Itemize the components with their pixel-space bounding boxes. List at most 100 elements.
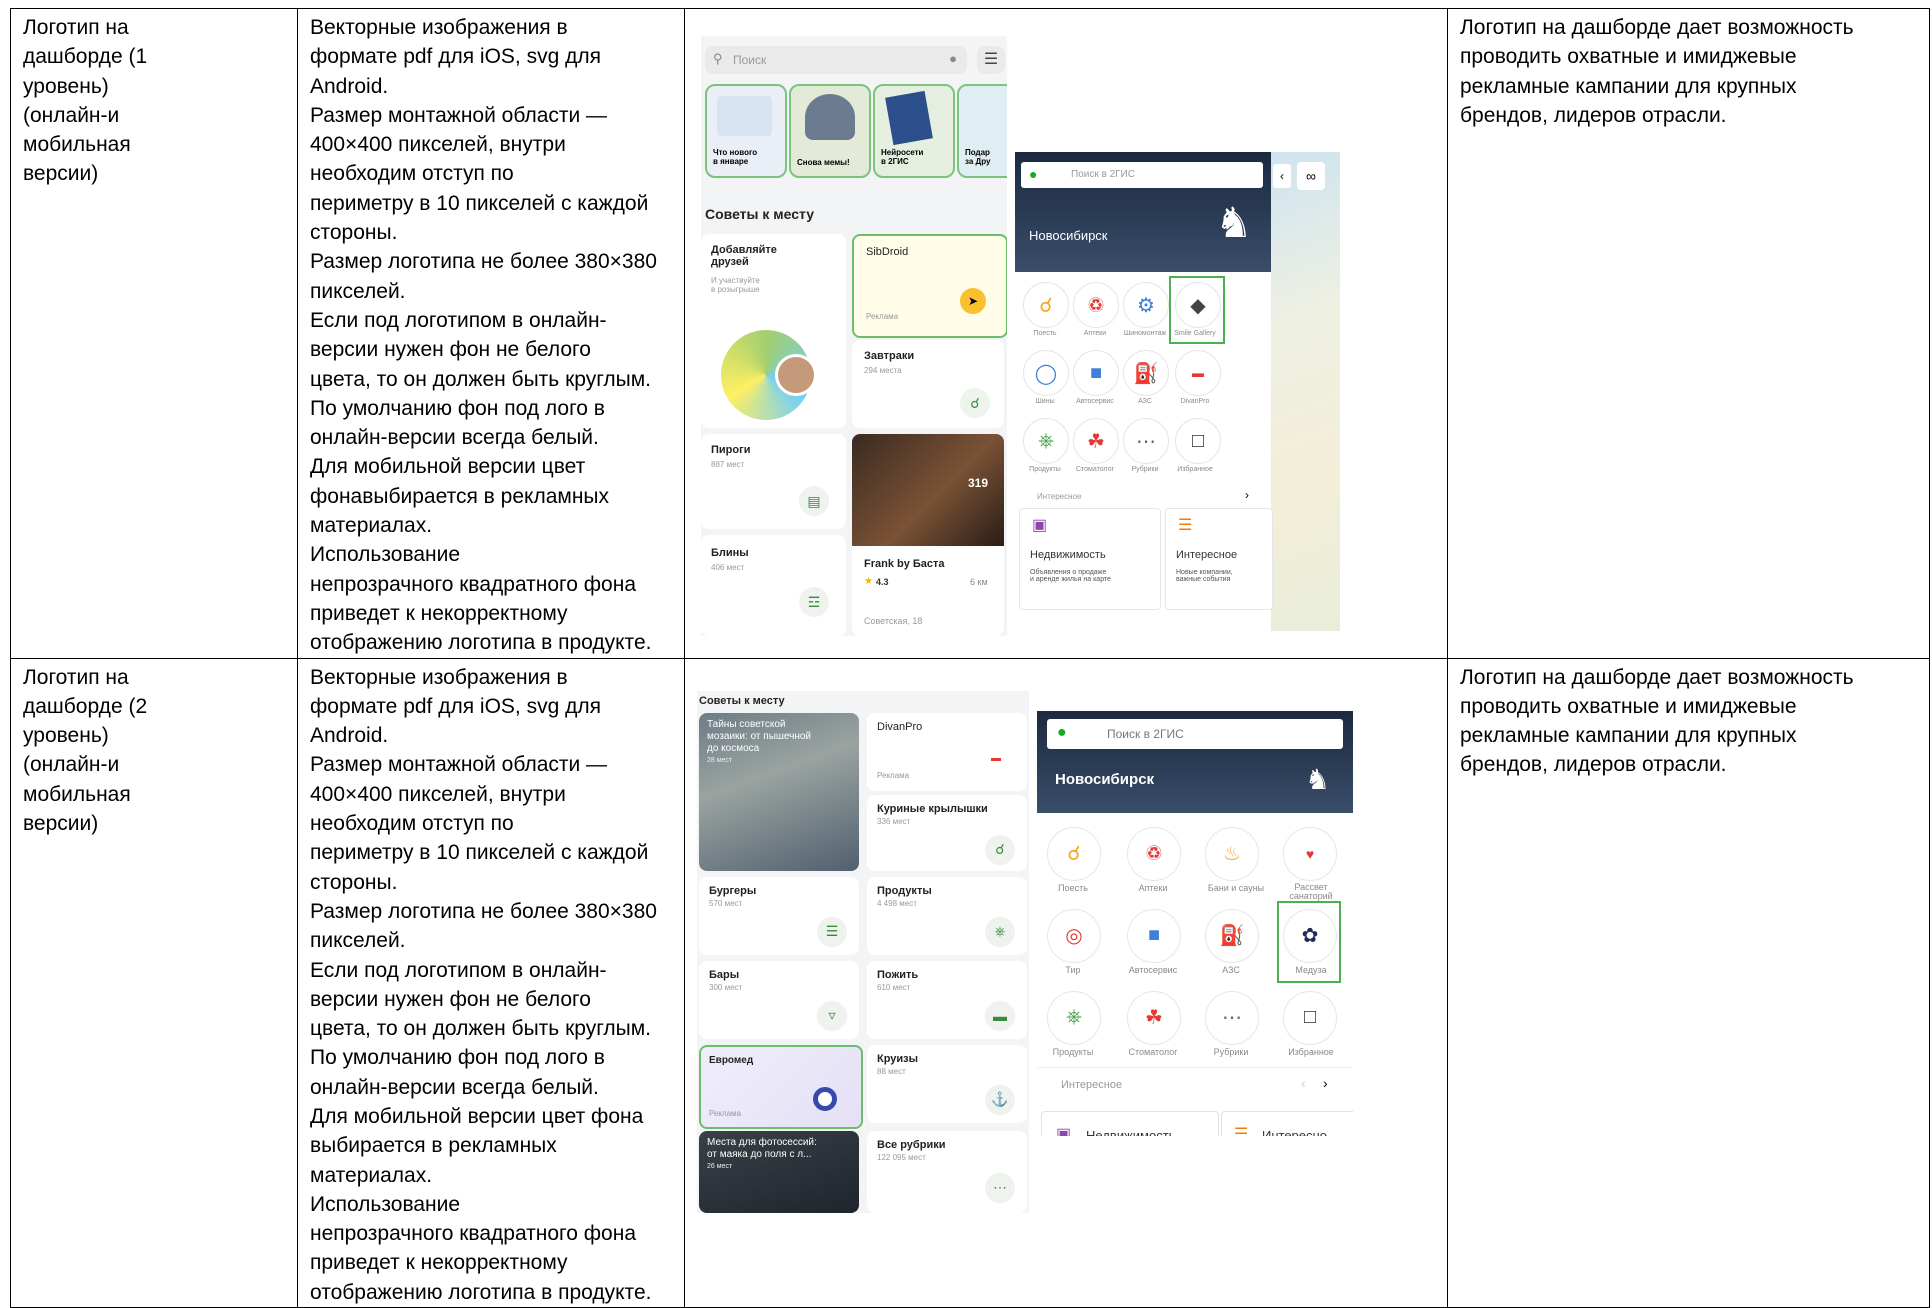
prev-arrow-icon[interactable]: ‹: [1301, 1075, 1306, 1091]
list-item[interactable]: Куриные крылышки 336 мест ☌: [867, 794, 1027, 871]
realty-icon: ▣: [1056, 1125, 1072, 1136]
food-icon[interactable]: ☌: [1047, 826, 1101, 881]
list-item[interactable]: Продукты 4 498 мест ⎈: [867, 876, 1027, 955]
signpost-icon: ☰: [1234, 1125, 1249, 1136]
mic-icon[interactable]: ●: [949, 51, 957, 66]
mobile-screenshot-level2: Советы к месту Тайны советской мозаики: …: [697, 690, 1029, 1213]
basket-icon[interactable]: ⎈: [1047, 990, 1101, 1045]
list-item[interactable]: 319 Frank by Баста ★ 4.3 6 км Советская,…: [852, 434, 1004, 636]
cell-title: Логотип на дашборде (2 уровень) (онлайн-…: [10, 657, 298, 1308]
car-service-icon[interactable]: ■: [1073, 350, 1119, 396]
list-item[interactable]: SibDroid Реклама ➤: [852, 234, 1007, 338]
list-item[interactable]: Блины 406 мест ☲: [701, 535, 846, 636]
search-placeholder: Поиск в 2ГИС: [1107, 726, 1184, 741]
tooth-icon[interactable]: ☘: [1127, 990, 1181, 1045]
sauna-icon[interactable]: ♨: [1205, 826, 1259, 881]
collapse-button[interactable]: ‹: [1273, 164, 1291, 188]
map-background: [1271, 152, 1340, 631]
food-icon[interactable]: ☌: [1023, 282, 1069, 328]
route-button[interactable]: ∞: [1297, 162, 1325, 190]
search-icon: ⚲: [713, 51, 723, 66]
story-item[interactable]: Что нового в январе: [705, 84, 787, 178]
card-title: Бургеры: [709, 884, 757, 897]
interesting-button[interactable]: ☰ Интересно: [1221, 1110, 1353, 1136]
realty-card[interactable]: ▣ Недвижимость Объявления о продаже и ар…: [1019, 508, 1161, 610]
list-item[interactable]: Пироги 887 мест ▤: [701, 434, 846, 529]
shooting-range-icon[interactable]: ◎: [1047, 908, 1101, 963]
story-item[interactable]: Подар за Дру: [957, 84, 1007, 178]
more-icon[interactable]: ⋯: [1205, 990, 1259, 1045]
more-icon: ⋯: [985, 1172, 1015, 1203]
list-item[interactable]: Тайны советской мозаики: от пышечной до …: [699, 712, 859, 871]
list-item[interactable]: Евромед Реклама: [699, 1044, 863, 1129]
interesting-card[interactable]: ☰ Интересное Новые компании, важные собы…: [1165, 508, 1273, 610]
pancake-icon: ☲: [799, 587, 829, 617]
cell-note: Логотип на дашборде дает возможность про…: [1447, 8, 1930, 659]
cocktail-icon: ▿: [817, 1000, 847, 1031]
cell-spec: Векторные изображения в формате pdf для …: [297, 8, 685, 659]
tooth-icon[interactable]: ☘: [1073, 418, 1119, 464]
star-icon: ★: [864, 576, 873, 587]
rubric-label: Тир: [1065, 964, 1081, 975]
bookmark-icon[interactable]: □: [1283, 990, 1337, 1045]
web-screenshot-level1: ● Поиск в 2ГИС ‹ ∞ Новосибирск ♞ ☌ ♽ ⚙ ◆…: [1015, 152, 1340, 631]
city-title: Новосибирск: [1055, 770, 1155, 788]
divanpro-logo-icon: ▬: [991, 752, 1001, 764]
row-title: Логотип на дашборде (2 уровень) (онлайн-…: [23, 665, 148, 836]
list-item[interactable]: Круизы 88 мест ⚓: [867, 1044, 1027, 1123]
rassvet-logo-icon[interactable]: ♥: [1283, 826, 1337, 881]
realty-button[interactable]: ▣ Недвижимость: [1041, 1110, 1219, 1136]
pharmacy-icon[interactable]: ♽: [1073, 282, 1119, 328]
card-title: Frank by Баста: [864, 558, 945, 570]
address: Советская, 18: [864, 616, 923, 626]
row-note: Логотип на дашборде дает возможность про…: [1460, 16, 1854, 127]
more-icon[interactable]: ⋯: [1123, 418, 1169, 464]
gas-station-icon[interactable]: ⛽: [1123, 350, 1169, 396]
list-item[interactable]: Пожить 610 мест ▬: [867, 960, 1027, 1039]
tire-service-icon[interactable]: ⚙: [1123, 282, 1169, 328]
divanpro-logo-icon[interactable]: ▬: [1175, 350, 1221, 396]
row-note: Логотип на дашборде дает возможность про…: [1460, 665, 1854, 777]
list-item[interactable]: Места для фотосессий: от маяка до поля с…: [699, 1130, 859, 1213]
card-title: Интересное: [1176, 549, 1238, 561]
search-input[interactable]: ● Поиск в 2ГИС: [1047, 718, 1343, 749]
mobile-screenshot-level1: ⚲ Поиск ● ☰ Что нового в январе Снова ме…: [701, 36, 1007, 636]
pharmacy-icon[interactable]: ♽: [1127, 826, 1181, 881]
cell-spec: Векторные изображения в формате pdf для …: [297, 657, 685, 1308]
city-crest-icon: ♞: [1215, 199, 1253, 246]
bookmark-icon[interactable]: □: [1175, 418, 1221, 464]
dgis-logo-icon: ●: [1029, 166, 1038, 182]
list-item[interactable]: Бургеры 570 мест ☰: [699, 876, 859, 955]
list-item[interactable]: Бары 300 мест ▿: [699, 960, 859, 1039]
rubric-label: Стоматолог: [1128, 1046, 1178, 1057]
story-item[interactable]: Снова мемы!: [789, 84, 871, 178]
photo-count-badge: 319: [968, 476, 989, 490]
gas-station-icon[interactable]: ⛽: [1205, 908, 1259, 963]
search-placeholder: Поиск: [733, 53, 767, 67]
car-service-icon[interactable]: ■: [1127, 908, 1181, 963]
card-subtitle: 88 мест: [877, 1066, 906, 1076]
card-title: Все рубрики: [877, 1138, 946, 1151]
fork-icon: ☌: [960, 388, 990, 418]
row-spec: Векторные изображения в формате pdf для …: [310, 665, 657, 1304]
next-arrow-icon[interactable]: ›: [1323, 1075, 1328, 1091]
basket-icon[interactable]: ⎈: [1023, 418, 1069, 464]
list-item[interactable]: Завтраки 294 места ☌: [852, 340, 1004, 428]
pie-icon: ▤: [799, 486, 829, 516]
story-item[interactable]: Нейросети в 2ГИС: [873, 84, 955, 178]
list-item[interactable]: Добавляйте друзей И участвуйте в розыгры…: [701, 234, 846, 428]
card-subtitle: 336 мест: [877, 816, 911, 826]
list-item[interactable]: Все рубрики 122 095 мест ⋯: [867, 1130, 1027, 1213]
card-title: Места для фотосессий: от маяка до поля с…: [707, 1136, 817, 1160]
city-title: Новосибирск: [1029, 228, 1108, 243]
menu-button[interactable]: ☰: [977, 46, 1005, 74]
next-arrow-icon[interactable]: ›: [1245, 488, 1249, 502]
search-placeholder: Поиск в 2ГИС: [1071, 169, 1135, 180]
tires-icon[interactable]: ◯: [1023, 350, 1069, 396]
search-input[interactable]: ● Поиск в 2ГИС: [1021, 162, 1263, 188]
ship-icon: ⚓: [985, 1084, 1015, 1115]
list-item[interactable]: DivanPro Реклама ▬: [867, 712, 1027, 791]
button-label: Недвижимость: [1086, 1127, 1176, 1136]
section-title: Советы к месту: [699, 694, 785, 707]
search-input[interactable]: ⚲ Поиск ●: [705, 46, 967, 74]
